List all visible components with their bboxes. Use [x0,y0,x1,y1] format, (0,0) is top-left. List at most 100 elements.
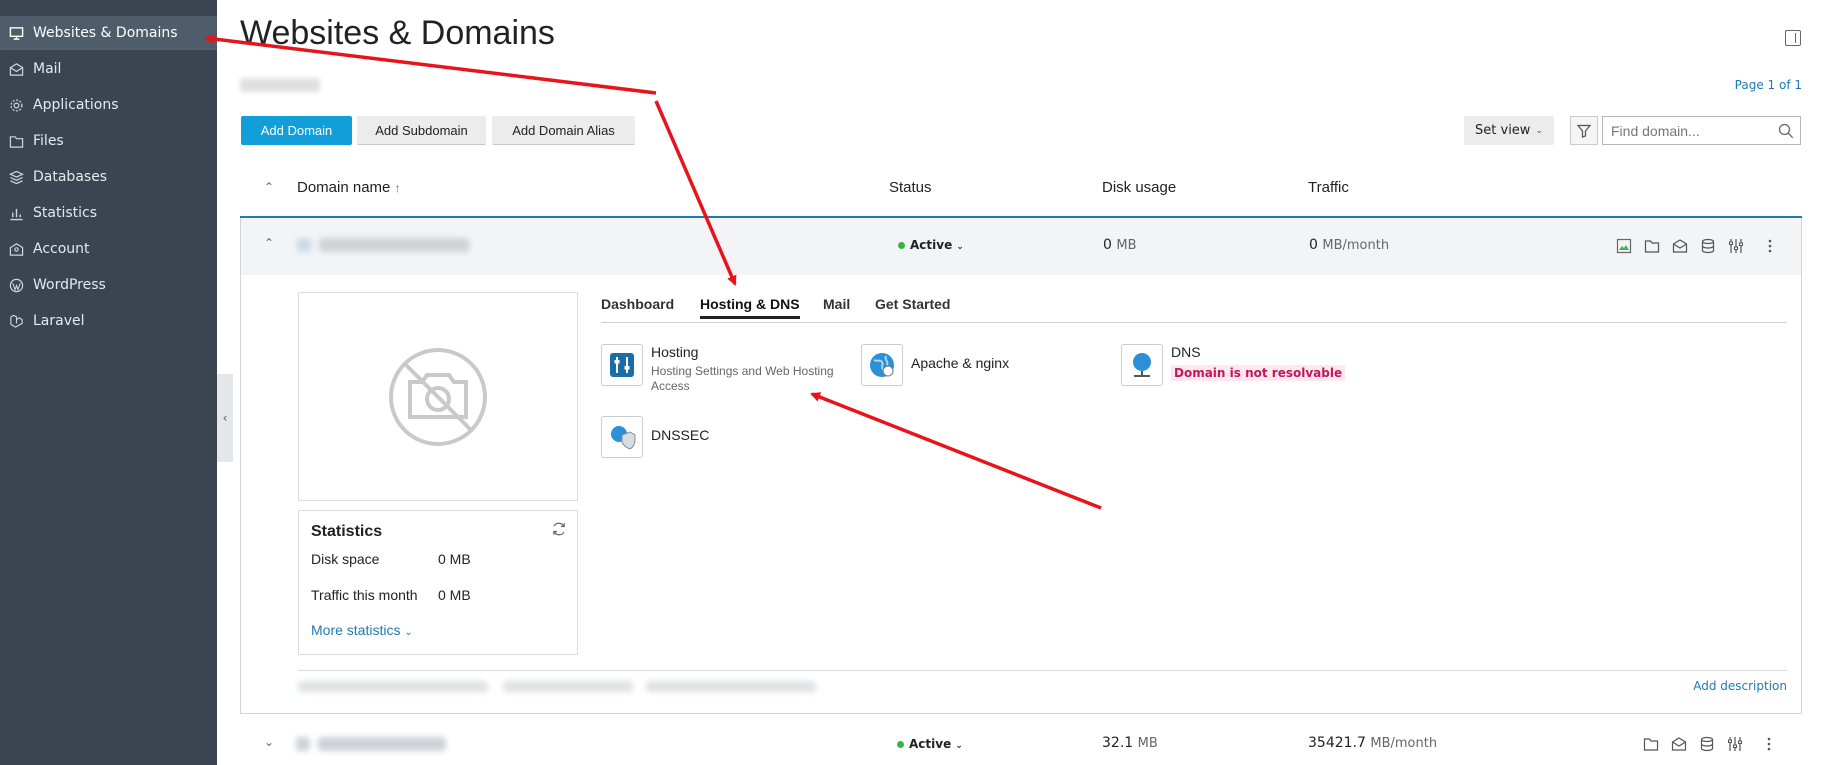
table-row-expanded: ⌃ Active ⌄ 0 MB 0 MB/month Statistics Di… [240,218,1802,714]
ip-address-blurred [503,681,633,692]
filter-icon [1577,124,1591,138]
domain-name-blurred[interactable] [319,238,469,252]
dns-tool[interactable]: DNS Domain is not resolvable [1121,344,1361,386]
dnssec-tool[interactable]: DNSSEC [601,416,801,458]
row-actions [1615,237,1779,255]
tab-mail[interactable]: Mail [823,296,850,312]
sidebar-item-label: Statistics [33,205,97,221]
search-box [1602,116,1801,145]
column-header-domain[interactable]: Domain name ↑ [297,179,401,196]
bar-chart-icon [9,206,24,221]
traffic-unit: MB/month [1370,736,1438,751]
database-icon[interactable] [1698,735,1716,753]
settings-sliders-icon[interactable] [1727,237,1745,255]
status-badge[interactable]: Active ⌄ [897,737,963,751]
sidebar-item-statistics[interactable]: Statistics [0,196,217,230]
tab-dashboard[interactable]: Dashboard [601,296,674,312]
chevron-down-icon: ⌄ [955,741,963,751]
account-icon [9,242,24,257]
apache-nginx-tool[interactable]: Apache & nginx [861,344,1061,386]
laravel-icon [9,314,24,329]
sidebar-item-label: Mail [33,61,62,77]
disk-space-value: 0 MB [438,551,471,567]
table-row-header[interactable]: ⌃ Active ⌄ 0 MB 0 MB/month [241,218,1801,275]
sidebar-collapse-button[interactable]: ‹ [217,374,233,462]
website-info-blurred [298,681,488,692]
filter-button[interactable] [1570,116,1598,145]
set-view-button[interactable]: Set view ⌄ [1464,116,1554,145]
page-title: Websites & Domains [240,14,555,52]
panel-toggle-icon[interactable] [1785,30,1801,46]
sidebar-item-label: Account [33,241,90,257]
tab-hosting-dns[interactable]: Hosting & DNS [700,296,800,319]
search-input[interactable] [1603,122,1773,139]
more-options-icon[interactable] [1760,735,1778,753]
add-domain-alias-button[interactable]: Add Domain Alias [492,116,635,145]
column-header-disk-usage[interactable]: Disk usage [1102,179,1176,196]
mail-icon[interactable] [1670,735,1688,753]
database-icon[interactable] [1699,237,1717,255]
sort-ascending-icon: ↑ [394,181,401,195]
traffic-number: 35421.7 [1308,735,1366,751]
column-header-status[interactable]: Status [889,179,932,196]
site-preview[interactable] [298,292,578,501]
sidebar-item-label: Files [33,133,64,149]
folder-icon[interactable] [1642,735,1660,753]
chevron-down-icon: ⌄ [956,242,964,252]
sidebar-item-applications[interactable]: Applications [0,88,217,122]
disk-usage-number: 32.1 [1102,735,1134,751]
traffic-number: 0 [1309,237,1318,253]
items-count-blurred [240,78,320,92]
statistics-title: Statistics [311,523,383,540]
domain-tabs: Dashboard Hosting & DNS Mail Get Started [601,296,1787,323]
collapse-all-icon[interactable]: ⌃ [264,180,274,194]
disk-usage-value: 32.1 MB [1102,735,1158,751]
settings-sliders-icon[interactable] [1726,735,1744,753]
collapse-row-icon[interactable]: ⌃ [264,236,274,250]
traffic-value: 0 MB/month [1309,237,1389,253]
add-subdomain-button[interactable]: Add Subdomain [357,116,486,145]
mail-icon[interactable] [1671,237,1689,255]
add-domain-button[interactable]: Add Domain [241,116,352,145]
disk-space-label: Disk space [311,551,380,567]
sidebar-item-label: Databases [33,169,108,185]
no-preview-camera-icon [389,347,487,446]
chevron-left-icon: ‹ [222,411,228,425]
expand-row-icon[interactable]: ⌄ [264,735,274,749]
hosting-settings-icon [601,344,643,386]
tab-get-started[interactable]: Get Started [875,296,950,312]
domain-favicon-blurred [297,238,311,252]
disk-usage-unit: MB [1137,736,1158,751]
sidebar-item-mail[interactable]: Mail [0,52,217,86]
refresh-icon[interactable] [551,521,567,541]
sidebar-item-account[interactable]: Account [0,232,217,266]
traffic-month-label: Traffic this month [311,587,418,603]
hosting-tool[interactable]: Hosting Hosting Settings and Web Hosting… [601,344,841,404]
sidebar-item-wordpress[interactable]: WordPress [0,268,217,302]
sidebar-item-laravel[interactable]: Laravel [0,304,217,338]
traffic-value: 35421.7 MB/month [1308,735,1437,751]
system-user-blurred [646,681,816,692]
sidebar-item-websites-domains[interactable]: Websites & Domains [0,16,217,50]
apache-nginx-icon [861,344,903,386]
layers-icon [9,170,24,185]
disk-usage-value: 0 MB [1103,237,1137,253]
status-badge[interactable]: Active ⌄ [898,238,964,252]
column-header-traffic[interactable]: Traffic [1308,179,1349,196]
sidebar-item-label: Applications [33,97,119,113]
search-icon[interactable] [1778,123,1794,139]
more-statistics-label: More statistics [311,622,401,638]
sidebar-item-label: WordPress [33,277,106,293]
add-description-link[interactable]: Add description [1693,679,1787,693]
folder-icon[interactable] [1643,237,1661,255]
sidebar-item-databases[interactable]: Databases [0,160,217,194]
domain-favicon-blurred [296,737,310,751]
domain-name-blurred[interactable] [318,737,446,751]
status-dot-icon [897,741,904,748]
chevron-down-icon: ⌄ [1535,125,1543,136]
dns-warning-label: Domain is not resolvable [1171,365,1346,381]
more-statistics-link[interactable]: More statistics ⌄ [311,622,413,638]
more-options-icon[interactable] [1761,237,1779,255]
sidebar-item-files[interactable]: Files [0,124,217,158]
site-preview-icon[interactable] [1615,237,1633,255]
